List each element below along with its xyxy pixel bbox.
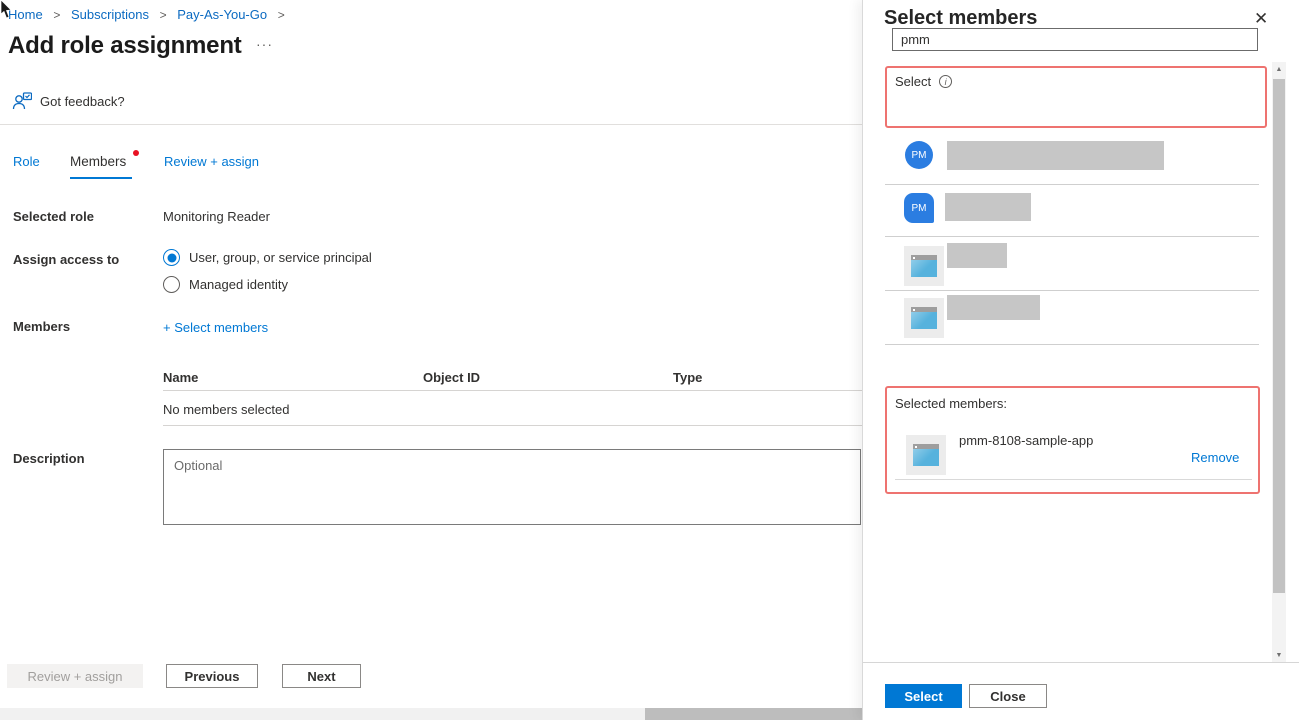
description-textarea[interactable] xyxy=(163,449,861,525)
selected-member-name: pmm-8108-sample-app xyxy=(959,433,1093,448)
breadcrumb-separator: > xyxy=(278,8,285,22)
breadcrumb-separator: > xyxy=(160,8,167,22)
app-icon xyxy=(904,298,944,338)
radio-managed-identity[interactable]: Managed identity xyxy=(163,276,288,293)
review-assign-button[interactable]: Review + assign xyxy=(7,664,143,688)
active-tab-underline xyxy=(70,177,132,179)
selected-members-label: Selected members: xyxy=(895,396,1007,411)
selected-role-label: Selected role xyxy=(13,209,94,224)
app-icon xyxy=(904,246,944,286)
vertical-scrollbar-thumb[interactable] xyxy=(1273,79,1285,593)
table-header-type: Type xyxy=(673,370,702,385)
radio-label: User, group, or service principal xyxy=(189,250,372,265)
user-avatar: PM xyxy=(905,141,933,169)
page-title: Add role assignment xyxy=(8,32,242,60)
select-members-link[interactable]: + Select members xyxy=(163,319,268,337)
close-icon[interactable]: ✕ xyxy=(1254,9,1268,29)
description-label: Description xyxy=(13,451,85,466)
result-row-user-2[interactable]: PM xyxy=(885,185,1259,236)
mouse-cursor-icon xyxy=(0,0,14,19)
horizontal-scrollbar[interactable] xyxy=(0,708,862,720)
select-members-link-label: Select members xyxy=(174,320,268,335)
user-avatar: PM xyxy=(904,193,934,223)
annotation-box-selected-members: Selected members: pmm-8108-sample-app Re… xyxy=(885,386,1260,494)
breadcrumb: Home > Subscriptions > Pay-As-You-Go > xyxy=(8,7,292,22)
redacted-name-bar xyxy=(945,193,1031,221)
tab-review-assign[interactable]: Review + assign xyxy=(164,154,259,169)
list-divider xyxy=(885,344,1259,345)
app-icon xyxy=(906,435,946,475)
previous-button[interactable]: Previous xyxy=(166,664,258,688)
radio-selected-icon xyxy=(163,249,180,266)
select-members-panel: Select members ✕ Select i PM PM xyxy=(862,0,1299,720)
assign-access-to-label: Assign access to xyxy=(13,252,119,267)
got-feedback-button[interactable]: Got feedback? xyxy=(12,92,125,110)
azure-portal-page: Home > Subscriptions > Pay-As-You-Go > A… xyxy=(0,0,1299,720)
radio-user-group-service-principal[interactable]: User, group, or service principal xyxy=(163,249,372,266)
scroll-up-icon[interactable]: ▲ xyxy=(1272,62,1286,76)
tab-role[interactable]: Role xyxy=(13,154,70,169)
radio-label: Managed identity xyxy=(189,277,288,292)
tab-bar: Role Members Review + assign xyxy=(13,154,259,169)
redacted-name-bar xyxy=(947,243,1007,268)
panel-footer-divider xyxy=(863,662,1299,663)
redacted-name-bar xyxy=(947,141,1164,170)
breadcrumb-subscriptions[interactable]: Subscriptions xyxy=(71,7,149,22)
breadcrumb-pay-as-you-go[interactable]: Pay-As-You-Go xyxy=(177,7,267,22)
more-options-icon[interactable]: ··· xyxy=(256,36,273,52)
table-header-object-id: Object ID xyxy=(423,370,480,385)
tab-members[interactable]: Members xyxy=(70,154,164,169)
selected-member-divider xyxy=(895,479,1252,480)
close-button[interactable]: Close xyxy=(969,684,1047,708)
info-icon[interactable]: i xyxy=(939,75,952,88)
horizontal-scrollbar-thumb[interactable] xyxy=(645,708,862,720)
select-button[interactable]: Select xyxy=(885,684,962,708)
vertical-scrollbar[interactable]: ▲ ▼ xyxy=(1272,62,1286,662)
table-header-divider xyxy=(163,390,862,391)
plus-icon: + xyxy=(163,320,171,335)
remove-member-link[interactable]: Remove xyxy=(1191,450,1239,465)
table-header-name: Name xyxy=(163,370,198,385)
panel-title: Select members xyxy=(884,7,1037,30)
select-field-label: Select xyxy=(895,74,931,89)
result-row-user-1[interactable]: PM xyxy=(885,134,1259,184)
next-button[interactable]: Next xyxy=(282,664,361,688)
result-row-app-1[interactable] xyxy=(885,237,1259,290)
member-search-input[interactable] xyxy=(892,28,1258,51)
result-row-app-2[interactable] xyxy=(885,291,1259,344)
selected-role-value: Monitoring Reader xyxy=(163,209,270,224)
radio-unselected-icon xyxy=(163,276,180,293)
breadcrumb-separator: > xyxy=(53,8,60,22)
feedback-icon xyxy=(12,92,32,110)
scroll-down-icon[interactable]: ▼ xyxy=(1272,648,1286,662)
members-label: Members xyxy=(13,319,70,334)
annotation-box-select-field: Select i xyxy=(885,66,1267,128)
got-feedback-label: Got feedback? xyxy=(40,94,125,109)
redacted-name-bar xyxy=(947,295,1040,320)
toolbar-divider xyxy=(0,124,862,125)
table-row-divider xyxy=(163,425,862,426)
table-empty-text: No members selected xyxy=(163,402,289,417)
members-tab-alert-dot xyxy=(133,150,139,156)
